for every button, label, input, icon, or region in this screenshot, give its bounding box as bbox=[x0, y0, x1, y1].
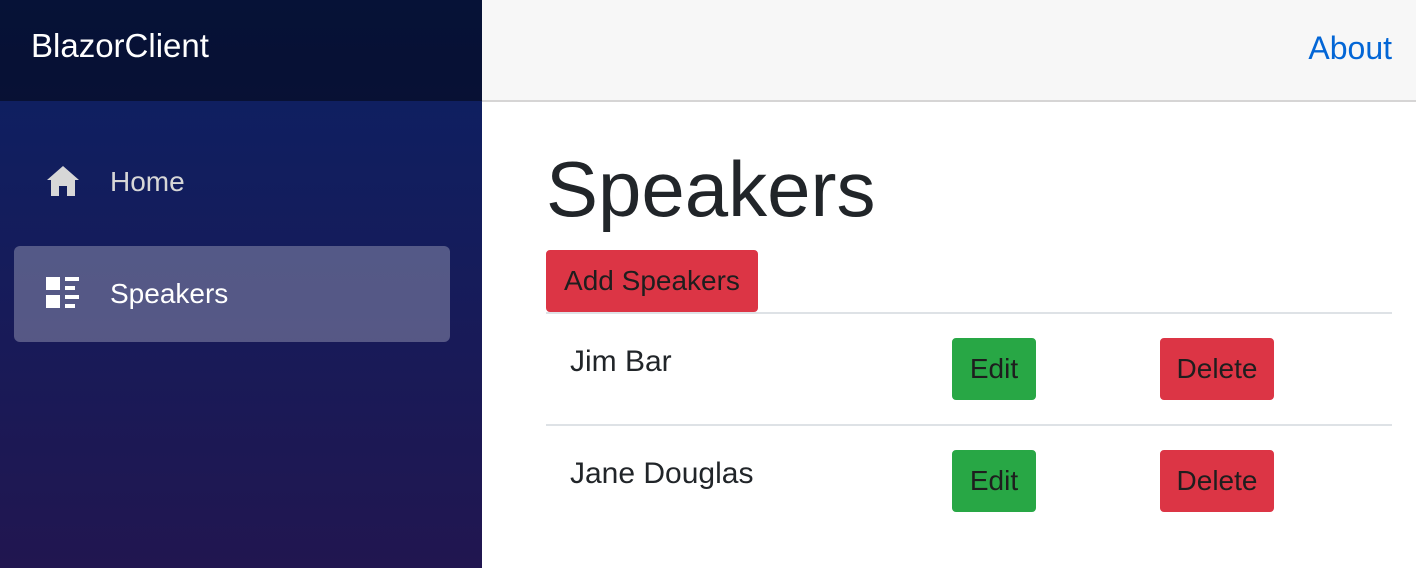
list-rich-icon bbox=[45, 275, 81, 311]
speakers-table: Jim Bar Edit Delete Jane Douglas Edit De… bbox=[546, 312, 1392, 536]
sidebar-item-label: Speakers bbox=[110, 278, 229, 309]
home-icon bbox=[45, 163, 81, 199]
page-title: Speakers bbox=[546, 145, 876, 233]
table-row: Jim Bar Edit Delete bbox=[546, 312, 1392, 424]
edit-button[interactable]: Edit bbox=[952, 338, 1036, 400]
app-root: BlazorClient Home Speakers About Speaker… bbox=[0, 0, 1416, 568]
add-speakers-button[interactable]: Add Speakers bbox=[546, 250, 758, 312]
speaker-name: Jim Bar bbox=[570, 345, 672, 378]
top-bar: About bbox=[482, 0, 1416, 102]
sidebar-item-label: Home bbox=[110, 166, 185, 197]
delete-button[interactable]: Delete bbox=[1160, 450, 1274, 512]
brand-link[interactable]: BlazorClient bbox=[31, 26, 209, 66]
delete-button[interactable]: Delete bbox=[1160, 338, 1274, 400]
sidebar-item-home[interactable]: Home bbox=[14, 134, 450, 230]
speaker-name: Jane Douglas bbox=[570, 457, 754, 490]
edit-button[interactable]: Edit bbox=[952, 450, 1036, 512]
table-row: Jane Douglas Edit Delete bbox=[546, 424, 1392, 536]
about-link[interactable]: About bbox=[1308, 28, 1392, 68]
brand-bar: BlazorClient bbox=[0, 0, 482, 101]
sidebar-item-speakers[interactable]: Speakers bbox=[14, 246, 450, 342]
sidebar: BlazorClient Home Speakers bbox=[0, 0, 482, 568]
